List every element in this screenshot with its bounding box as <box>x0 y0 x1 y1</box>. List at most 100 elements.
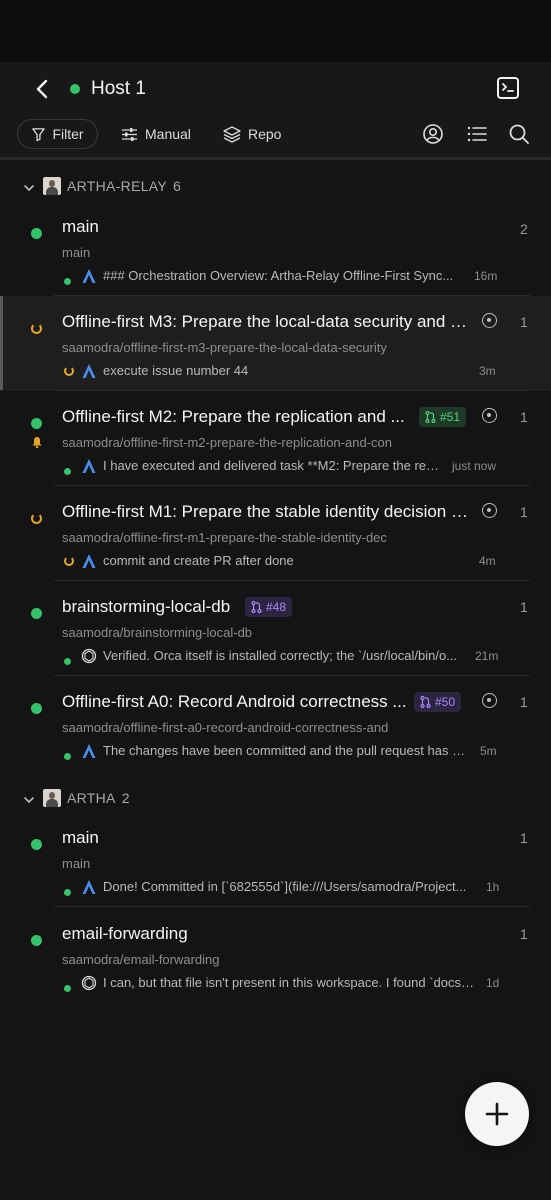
list-item[interactable]: Offline-first M3: Prepare the local-data… <box>0 296 551 391</box>
avatar <box>43 789 61 807</box>
item-count: 1 <box>520 504 528 520</box>
filter-icon <box>32 127 46 141</box>
pull-request-badge[interactable]: #50 <box>414 692 462 712</box>
issue-icon <box>482 408 497 423</box>
message-status-dot <box>64 889 71 896</box>
list-item[interactable]: Offline-first M1: Prepare the stable ide… <box>0 486 551 581</box>
item-message: The changes have been committed and the … <box>103 743 468 758</box>
manual-button[interactable]: Manual <box>121 119 191 149</box>
group-count: 6 <box>173 178 182 194</box>
item-message: ### Orchestration Overview: Artha-Relay … <box>103 268 454 283</box>
message-status-dot <box>64 658 71 665</box>
issue-icon <box>482 313 497 328</box>
item-title: Offline-first M3: Prepare the local-data… <box>62 312 470 331</box>
item-subtitle: main <box>62 856 91 871</box>
item-count: 2 <box>520 221 528 237</box>
list-item[interactable]: main 1 main Done! Committed in [`682555d… <box>0 812 551 907</box>
repo-group-header[interactable]: ARTHA-RELAY 6 <box>0 176 551 202</box>
group-count: 2 <box>121 790 130 806</box>
claude-icon <box>82 364 96 378</box>
message-status-dot <box>64 278 71 285</box>
item-subtitle: saamodra/offline-first-a0-record-android… <box>62 720 389 735</box>
status-dot <box>31 608 42 619</box>
openai-icon <box>81 648 97 664</box>
item-subtitle: saamodra/offline-first-m2-prepare-the-re… <box>62 435 392 450</box>
add-button[interactable] <box>465 1082 529 1146</box>
back-icon[interactable] <box>30 76 56 102</box>
issue-icon <box>482 693 497 708</box>
item-subtitle: saamodra/email-forwarding <box>62 952 220 967</box>
item-message: I have executed and delivered task **M2:… <box>103 458 446 473</box>
item-message: Done! Committed in [`682555d`](file:///U… <box>103 879 467 894</box>
message-spinner-icon <box>64 366 74 376</box>
group-name: ARTHA-RELAY <box>67 178 168 194</box>
search-icon[interactable] <box>508 123 530 145</box>
openai-icon <box>81 975 97 991</box>
list-item[interactable]: Offline-first M2: Prepare the replicatio… <box>0 391 551 486</box>
item-time: just now <box>452 459 497 473</box>
pr-number: #48 <box>266 600 287 614</box>
filter-label: Filter <box>52 126 84 142</box>
item-time: 21m <box>475 649 499 663</box>
list-item[interactable]: brainstorming-local-db #48 1 saamodra/br… <box>0 581 551 676</box>
item-message: I can, but that file isn't present in th… <box>103 975 475 990</box>
pull-request-badge[interactable]: #51 <box>419 407 467 427</box>
status-dot <box>31 935 42 946</box>
repo-label: Repo <box>248 126 282 142</box>
list-item[interactable]: email-forwarding 1 saamodra/email-forwar… <box>0 908 551 1003</box>
item-time: 1d <box>486 976 500 990</box>
item-time: 16m <box>474 269 498 283</box>
item-time: 3m <box>479 364 496 378</box>
item-count: 1 <box>520 599 528 615</box>
plus-icon <box>485 1102 509 1126</box>
item-title: Offline-first M1: Prepare the stable ide… <box>62 502 470 521</box>
header-divider <box>0 157 551 160</box>
list-item[interactable]: Offline-first A0: Record Android correct… <box>0 676 551 771</box>
page-title: Host 1 <box>91 78 146 99</box>
claude-icon <box>82 744 96 758</box>
claude-icon <box>82 880 96 894</box>
status-dot <box>31 703 42 714</box>
item-title: Offline-first M2: Prepare the replicatio… <box>62 407 405 426</box>
item-subtitle: main <box>62 245 91 260</box>
pr-number: #50 <box>435 695 456 709</box>
list-item[interactable]: main 2 main ### Orchestration Overview: … <box>0 201 551 296</box>
header: Host 1 Filter Manual Repo <box>0 62 551 160</box>
claude-icon <box>82 459 96 473</box>
chevron-down-icon <box>24 185 34 192</box>
pr-number: #51 <box>440 410 461 424</box>
repo-button[interactable]: Repo <box>223 119 281 149</box>
item-subtitle: saamodra/brainstorming-local-db <box>62 625 253 640</box>
claude-icon <box>82 554 96 568</box>
item-time: 5m <box>480 744 497 758</box>
item-subtitle: saamodra/offline-first-m1-prepare-the-st… <box>62 530 387 545</box>
item-subtitle: saamodra/offline-first-m3-prepare-the-lo… <box>62 340 387 355</box>
chevron-down-icon <box>24 797 34 804</box>
message-status-dot <box>64 753 71 760</box>
running-spinner-icon <box>31 323 42 334</box>
status-bar <box>0 0 551 62</box>
pull-request-badge[interactable]: #48 <box>245 597 293 617</box>
item-message: Verified. Orca itself is installed corre… <box>103 648 458 663</box>
repo-group-header[interactable]: ARTHA 2 <box>0 788 551 814</box>
item-title: main <box>62 217 99 236</box>
item-title: email-forwarding <box>62 924 188 943</box>
item-title: Offline-first A0: Record Android correct… <box>62 692 407 711</box>
status-dot <box>31 839 42 850</box>
sliders-icon <box>122 127 137 141</box>
item-message: commit and create PR after done <box>103 553 294 568</box>
running-spinner-icon <box>31 513 42 524</box>
item-count: 1 <box>520 926 528 942</box>
terminal-icon[interactable] <box>496 76 520 100</box>
claude-icon <box>82 269 96 283</box>
issue-icon <box>482 503 497 518</box>
filter-button[interactable]: Filter <box>17 119 98 149</box>
git-pull-request-icon <box>251 601 262 613</box>
status-dot <box>31 418 42 429</box>
list-icon[interactable] <box>466 123 488 145</box>
account-icon[interactable] <box>422 123 444 145</box>
git-pull-request-icon <box>420 696 431 708</box>
item-count: 1 <box>520 409 528 425</box>
manual-label: Manual <box>145 126 191 142</box>
item-time: 4m <box>479 554 496 568</box>
